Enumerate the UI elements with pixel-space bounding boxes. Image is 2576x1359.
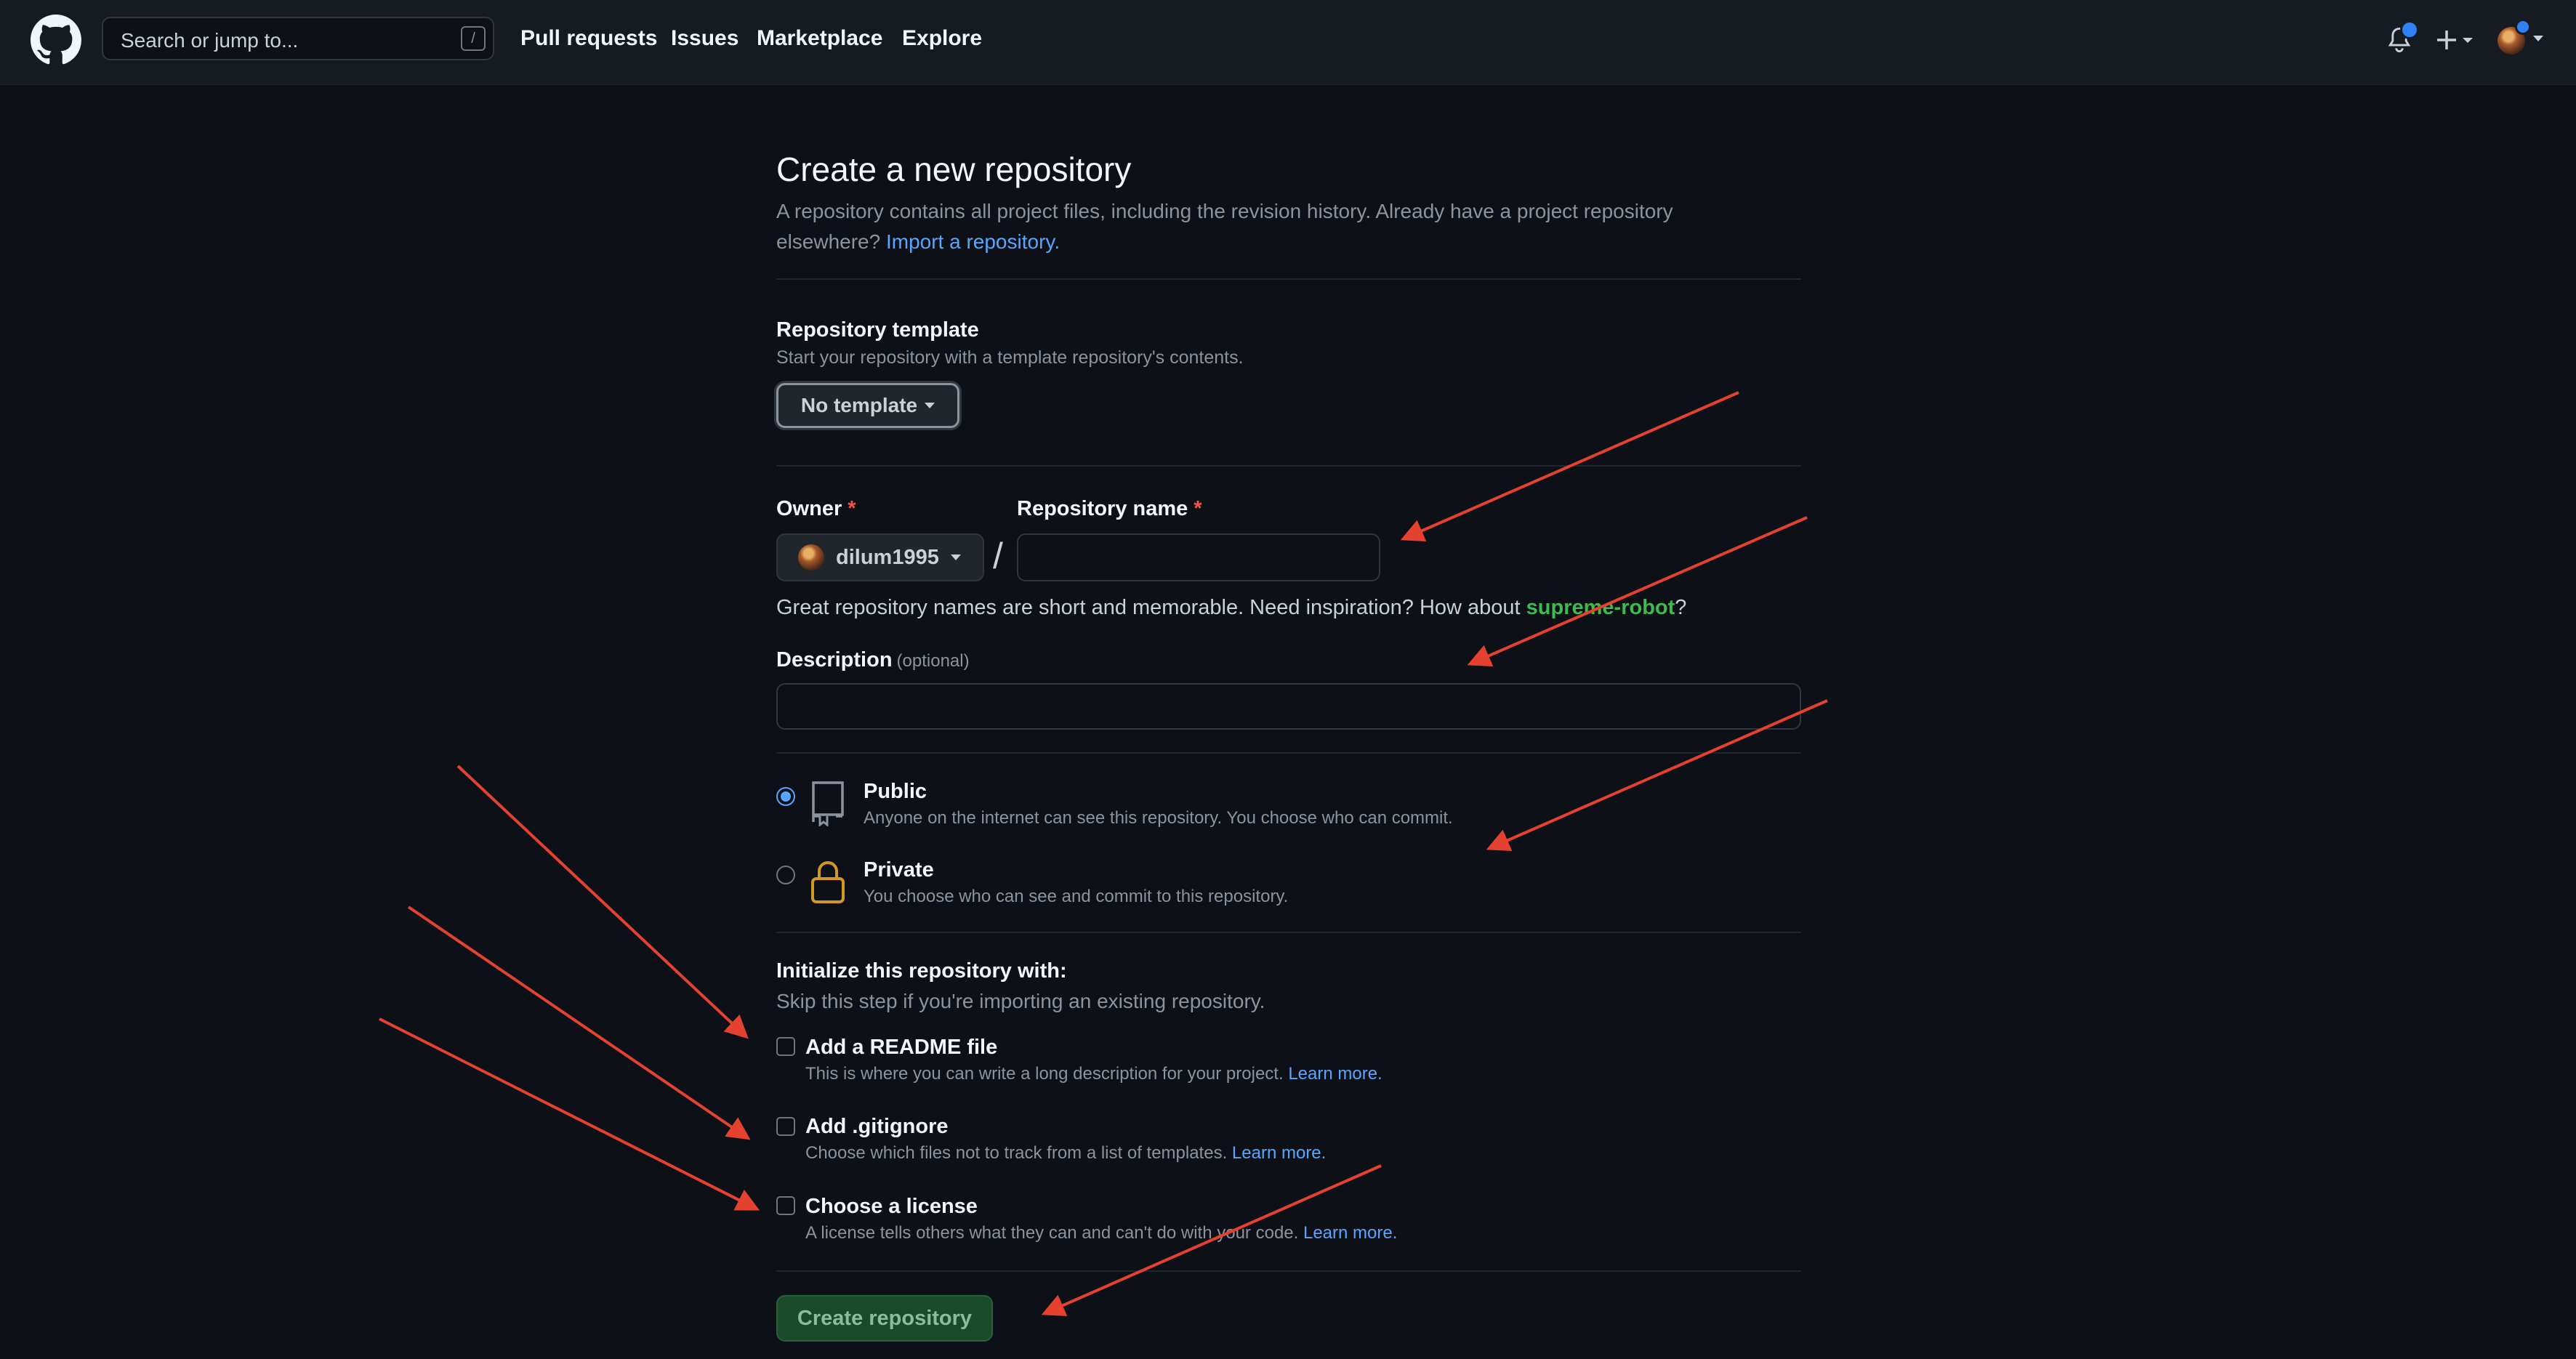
annotation-arrow (1041, 1164, 1382, 1317)
annotation-arrow (407, 906, 751, 1140)
annotation-arrow (379, 1017, 760, 1211)
annotation-arrows (379, 391, 1828, 1317)
annotation-arrow (1400, 391, 1739, 542)
annotation-arrow (1467, 516, 1808, 667)
annotation-arrow (1486, 699, 1828, 852)
annotation-arrow (456, 765, 749, 1039)
